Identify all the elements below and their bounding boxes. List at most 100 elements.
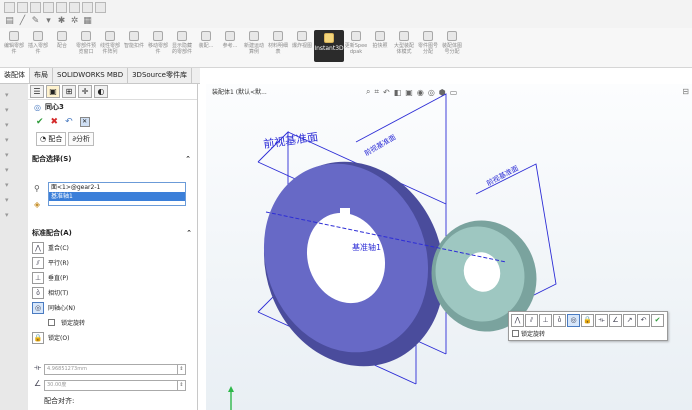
angle-icon[interactable]: ∠ <box>609 314 622 327</box>
print-icon[interactable] <box>43 1 54 13</box>
configuration-manager-tab-icon[interactable]: ⊞ <box>62 85 76 98</box>
move-component-button[interactable]: 移动零部件 <box>146 28 170 66</box>
arrow-icon[interactable]: ▾ <box>43 16 54 27</box>
mate-selections-header[interactable]: 配合选择(S) ⌃ <box>28 152 197 166</box>
ok-icon[interactable]: ✔ <box>36 117 44 127</box>
feature-tree-icon[interactable]: ▾ <box>5 91 15 99</box>
mate-type-concentric[interactable]: ◎ 同轴心(N) <box>28 300 198 315</box>
ribbon-item-label: 爆炸视图 <box>291 43 312 49</box>
tab-layout[interactable]: 布局 <box>30 68 53 83</box>
context-lock-rotation[interactable]: 锁定旋转 <box>509 329 667 338</box>
parallel-icon[interactable]: ⫽ <box>525 314 538 327</box>
feature-manager-tab-icon[interactable]: ☰ <box>30 85 44 98</box>
distance-spinner[interactable]: ⇕ <box>177 365 185 374</box>
perpendicular-icon[interactable]: ⊥ <box>539 314 552 327</box>
open-file-icon[interactable] <box>17 1 28 13</box>
file-properties-icon[interactable] <box>95 1 106 13</box>
tangent-icon[interactable]: ბ <box>553 314 566 327</box>
undo-mate-icon[interactable]: ↶ <box>65 117 73 127</box>
smart-fastener-button[interactable]: 智能扣件 <box>122 28 146 66</box>
angle-field[interactable]: 30.00度 ⇕ <box>44 380 186 391</box>
tab-3dsource[interactable]: 3DSource零件库 <box>128 68 192 83</box>
lock-icon[interactable]: 🔒 <box>581 314 594 327</box>
distance-icon[interactable]: ⟛ <box>595 314 608 327</box>
settings-icon[interactable]: ✲ <box>69 16 80 27</box>
cancel-icon[interactable]: ✖ <box>51 117 59 127</box>
reference-geometry-button[interactable]: 参考... <box>218 28 242 66</box>
tab-analysis[interactable]: ∂分析 <box>68 131 94 146</box>
display-manager-tab-icon[interactable]: ◐ <box>94 85 108 98</box>
save-icon[interactable] <box>30 1 41 13</box>
property-icon[interactable]: ▾ <box>5 106 15 114</box>
plane-label-front: 前视基准面 <box>262 129 318 151</box>
sketch-icon[interactable]: ▤ <box>4 16 15 27</box>
cam-icon[interactable]: ▾ <box>5 166 15 174</box>
snapshot-icon <box>375 31 385 41</box>
bom-button[interactable]: 材料明细表 <box>266 28 290 66</box>
sim-icon[interactable]: ▾ <box>5 181 15 189</box>
grid-icon[interactable]: ▦ <box>82 16 93 27</box>
line-icon[interactable]: ╱ <box>17 16 28 27</box>
new-file-icon[interactable] <box>4 1 15 13</box>
property-manager-tab-icon[interactable]: ▣ <box>46 85 60 98</box>
dim-icon[interactable]: ▾ <box>5 136 15 144</box>
dimxpert-tab-icon[interactable]: ✛ <box>78 85 92 98</box>
config-icon[interactable]: ▾ <box>5 121 15 129</box>
part-map-button[interactable]: 零件图号分配 <box>416 28 440 66</box>
mate-type-perpendicular[interactable]: ⊥ 垂直(P) <box>28 270 198 285</box>
insert-component-button[interactable]: 插入零部件 <box>26 28 50 66</box>
lock-mate[interactable]: 🔒 锁定(O) <box>28 330 198 345</box>
mate-type-tangent[interactable]: ბ 相切(T) <box>28 285 198 300</box>
concentric-icon: ◎ <box>32 301 44 314</box>
assembly-feature-button[interactable]: 装配... <box>194 28 218 66</box>
ok-icon[interactable]: ✔ <box>651 314 664 327</box>
angle-spinner[interactable]: ⇕ <box>177 381 185 390</box>
snapshot-button[interactable]: 拍快照 <box>368 28 392 66</box>
concentric-icon[interactable]: ◎ <box>567 314 580 327</box>
list-item[interactable]: 基准轴1 <box>49 192 185 201</box>
tab-mates[interactable]: ◔ 配合 <box>36 131 67 146</box>
mate-type-coincident[interactable]: ⋀ 重合(C) <box>28 240 198 255</box>
undo-icon[interactable] <box>56 1 67 13</box>
standard-mates-header[interactable]: 标准配合(A) ⌃ <box>28 226 198 240</box>
faces-icon: ◈ <box>34 200 41 209</box>
graphics-viewport[interactable]: 装配体1 (默认<默... ⌕ ⌗ ↶ ◧ ▣ ◉ ◎ ⬢ ▭ 前视基准面 前视… <box>206 84 692 410</box>
pencil-icon[interactable]: ✎ <box>30 16 41 27</box>
undo-icon[interactable]: ↶ <box>637 314 650 327</box>
distance-field[interactable]: 4.96851273mm ⇕ <box>44 364 186 375</box>
lock-rotation-check[interactable]: 锁定旋转 <box>28 315 198 330</box>
ribbon-item-label: 拍快照 <box>372 43 388 49</box>
edit-part-icon <box>9 31 19 41</box>
mate-context-toolbar: ⋀ ⫽ ⊥ ბ ◎ 🔒 ⟛ ∠ ↗ ↶ ✔ 锁定旋转 <box>508 311 668 341</box>
show-hidden-button[interactable]: 显示隐藏的零部件 <box>170 28 194 66</box>
mate-selection-list[interactable]: 面<1>@gear2-1 基准轴1 <box>48 182 186 206</box>
mate-strip-icon[interactable]: ▾ <box>5 211 15 219</box>
linear-pattern-button[interactable]: 线性零部件阵列 <box>98 28 122 66</box>
assembly-map-button[interactable]: 装配体图号分配 <box>440 28 464 66</box>
perpendicular-icon: ⊥ <box>32 271 44 284</box>
large-assembly-button[interactable]: 大型装配体模式 <box>392 28 416 66</box>
options-icon[interactable] <box>82 1 93 13</box>
pin-icon[interactable]: ✕ <box>79 116 90 127</box>
mate-button[interactable]: 配合 <box>50 28 74 66</box>
context-lock-checkbox[interactable] <box>512 330 519 337</box>
component-preview-button[interactable]: 零部件预览窗口 <box>74 28 98 66</box>
coincident-icon[interactable]: ⋀ <box>511 314 524 327</box>
edit-part-button[interactable]: 编辑零部件 <box>2 28 26 66</box>
render-icon[interactable]: ▾ <box>5 196 15 204</box>
viewport-options-icon[interactable]: ⊟ <box>682 87 689 96</box>
new-motion-study-button[interactable]: 新建运动算例 <box>242 28 266 66</box>
rebuild-icon[interactable] <box>69 1 80 13</box>
mate-type-parallel[interactable]: ⫽ 平行(R) <box>28 255 198 270</box>
lock-rotation-checkbox[interactable] <box>48 319 55 326</box>
display-icon[interactable]: ▾ <box>5 151 15 159</box>
flip-alignment-icon[interactable]: ↗ <box>623 314 636 327</box>
tab-assembly[interactable]: 装配体 <box>0 68 30 83</box>
gear-icon[interactable]: ✱ <box>56 16 67 27</box>
exploded-view-button[interactable]: 爆炸视图 <box>290 28 314 66</box>
tab-mbd[interactable]: SOLIDWORKS MBD <box>53 68 129 83</box>
exploded-view-icon <box>297 31 307 41</box>
list-item[interactable]: 面<1>@gear2-1 <box>49 183 185 192</box>
instant3d-button[interactable]: Instant3D <box>314 30 344 62</box>
update-speedpak-button[interactable]: 更新Speedpak <box>344 28 368 66</box>
